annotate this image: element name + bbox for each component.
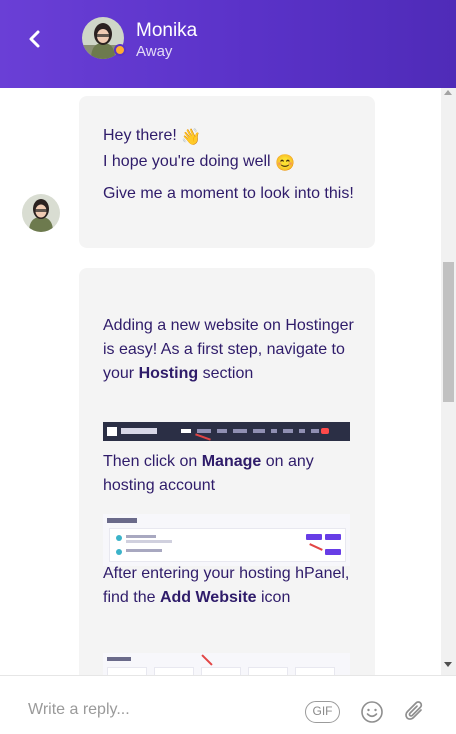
- nav-item: [271, 429, 277, 433]
- hostinger-logo-icon: [107, 427, 117, 436]
- logo-wordmark: [121, 428, 157, 434]
- new-badge: [321, 428, 329, 434]
- bold-text: Hosting: [138, 365, 199, 382]
- nav-item: [311, 429, 319, 433]
- agent-message-avatar: [22, 194, 60, 232]
- text-segment: icon: [256, 589, 291, 606]
- site-line: [126, 535, 156, 538]
- tile: [248, 667, 288, 675]
- site-icon: [116, 535, 122, 541]
- message-text: After entering your hosting hPanel, find…: [103, 562, 355, 610]
- emoji-icon[interactable]: [360, 700, 384, 724]
- hostinger-navbar-screenshot[interactable]: [103, 422, 350, 441]
- site-icon: [116, 549, 122, 555]
- attachment-icon[interactable]: [403, 699, 427, 725]
- site-line: [126, 540, 172, 543]
- tile: [201, 667, 241, 675]
- greeting-text: Hey there!: [103, 127, 177, 144]
- message-text: Then click on Manage on any hosting acco…: [103, 450, 355, 498]
- smiling-face-emoji-icon: 😊: [275, 155, 295, 172]
- scroll-up-arrow-icon[interactable]: [444, 90, 452, 95]
- screenshot-button: [306, 534, 322, 540]
- hosting-list-screenshot[interactable]: [103, 514, 350, 566]
- message-text: Give me a moment to look into this!: [103, 185, 354, 202]
- nav-item: [233, 429, 247, 433]
- screenshot-button: [325, 534, 341, 540]
- chat-scrollbar[interactable]: [441, 88, 456, 675]
- screenshot-title: [107, 518, 137, 523]
- message-text: Hey there! 👋 I hope you're doing well 😊: [103, 124, 355, 176]
- text-segment: section: [198, 365, 254, 382]
- tile: [295, 667, 335, 675]
- nav-item: [217, 429, 227, 433]
- bold-text: Manage: [201, 453, 262, 470]
- gif-icon[interactable]: GIF: [305, 701, 340, 723]
- site-line: [126, 549, 162, 552]
- message-text: Adding a new website on Hostinger is eas…: [103, 314, 355, 386]
- back-arrow-icon[interactable]: [22, 26, 48, 52]
- domains-tiles-screenshot[interactable]: [103, 653, 350, 675]
- message-bubble: Adding a new website on Hostinger is eas…: [79, 268, 375, 675]
- pointer-arrow-icon: [201, 654, 213, 666]
- tile: [107, 667, 147, 675]
- agent-name: Monika: [136, 20, 198, 41]
- away-status-dot: [114, 44, 126, 56]
- chat-header: Monika Away: [0, 0, 456, 88]
- waving-hand-emoji-icon: 👋: [181, 129, 202, 146]
- agent-status: Away: [136, 43, 173, 60]
- reply-composer: GIF: [0, 675, 456, 734]
- nav-item: [181, 429, 191, 433]
- nav-item: [299, 429, 305, 433]
- nav-item: [283, 429, 293, 433]
- nav-item: [253, 429, 265, 433]
- scrollbar-thumb[interactable]: [443, 262, 454, 402]
- nav-item: [197, 429, 211, 433]
- wellbeing-text: I hope you're doing well: [103, 153, 271, 170]
- screenshot-title: [107, 657, 131, 661]
- bold-text: Add Website: [159, 589, 257, 606]
- pointer-arrow-icon: [195, 433, 211, 441]
- tile: [154, 667, 194, 675]
- text-segment: Then click on: [103, 453, 202, 470]
- scroll-down-arrow-icon[interactable]: [444, 662, 452, 667]
- message-list[interactable]: Hey there! 👋 I hope you're doing well 😊 …: [0, 88, 456, 675]
- reply-input[interactable]: [28, 698, 278, 722]
- message-bubble: Hey there! 👋 I hope you're doing well 😊 …: [79, 96, 375, 248]
- manage-button-screenshot: [325, 549, 341, 555]
